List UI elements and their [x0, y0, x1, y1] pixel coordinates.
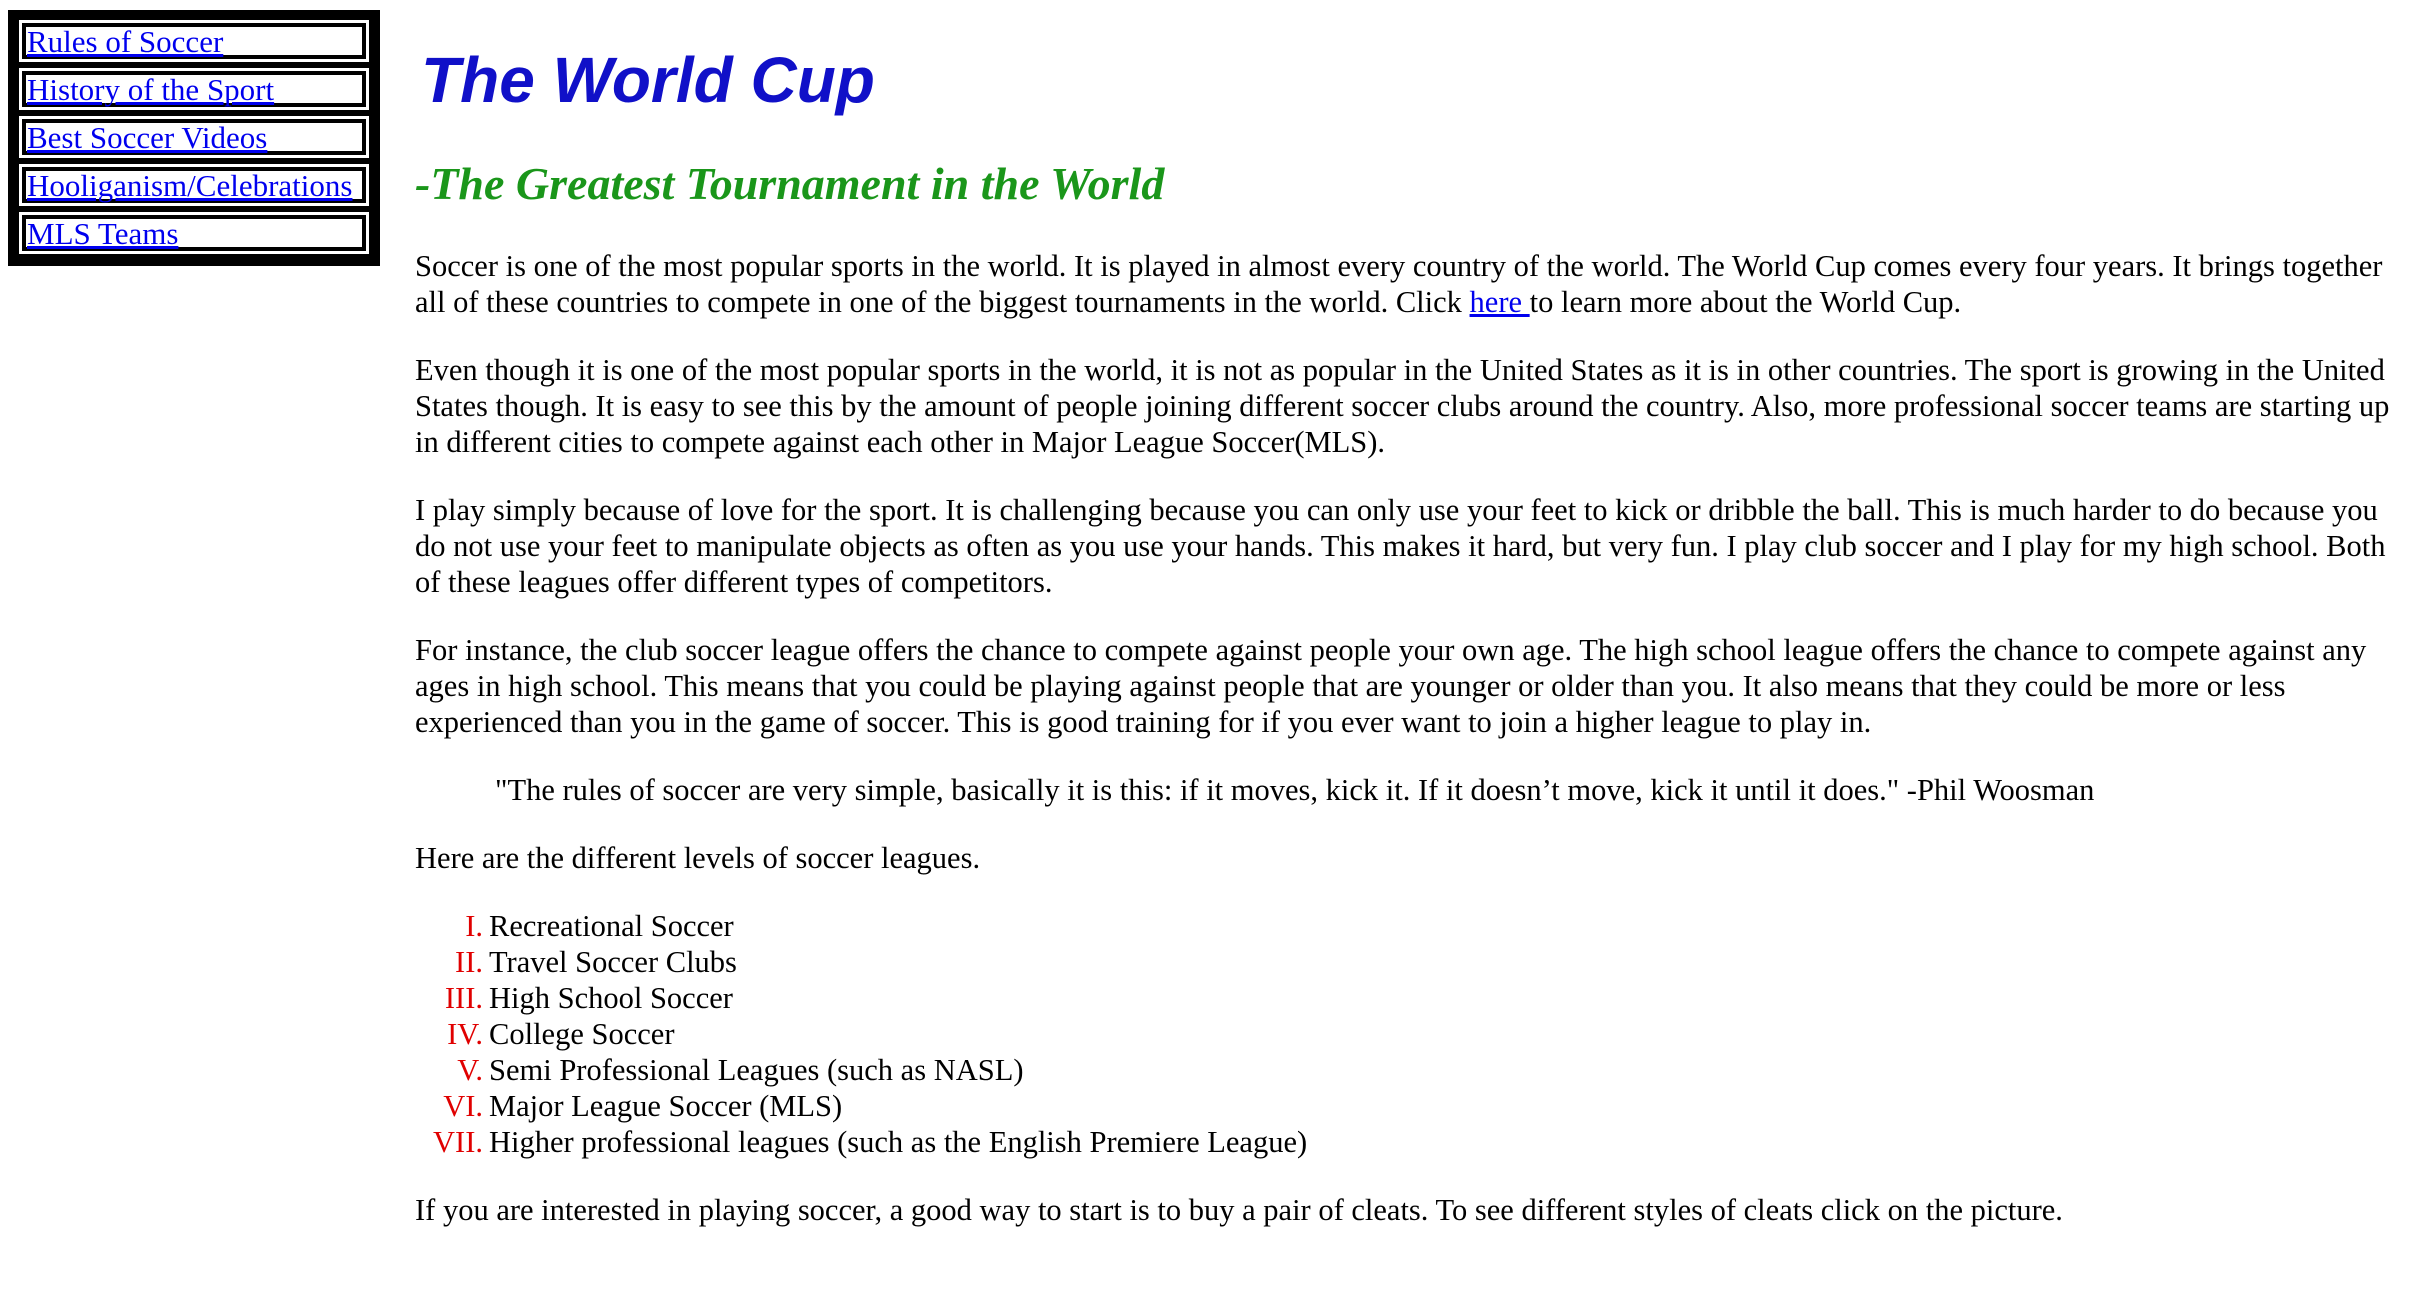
quote-phil-woosman: "The rules of soccer are very simple, ba…: [495, 773, 2095, 807]
list-numeral: III.: [444, 981, 483, 1015]
list-item: II. Travel Soccer Clubs: [415, 944, 2410, 980]
list-item-label: Travel Soccer Clubs: [489, 945, 737, 979]
here-link[interactable]: here: [1470, 285, 1530, 319]
nav-cell-mls: MLS Teams: [19, 212, 369, 254]
nav-link-rules-of-soccer[interactable]: Rules of Soccer: [27, 26, 223, 57]
levels-list: I. Recreational Soccer II. Travel Soccer C…: [415, 908, 2410, 1160]
list-numeral: II.: [455, 945, 483, 979]
list-item: IV. College Soccer: [415, 1016, 2410, 1052]
sidebar-nav: Rules of Soccer History of the Sport Bes…: [8, 10, 380, 266]
nav-cell-hooliganism: Hooliganism/Celebrations: [19, 164, 369, 206]
list-item-label: Recreational Soccer: [489, 909, 734, 943]
paragraph-popularity: Even though it is one of the most popula…: [415, 353, 2390, 459]
list-item-label: Higher professional leagues (such as the…: [489, 1125, 1308, 1159]
list-numeral: VII.: [433, 1125, 483, 1159]
list-numeral: I.: [465, 909, 483, 943]
nav-link-best-soccer-videos[interactable]: Best Soccer Videos: [27, 122, 267, 153]
page-subtitle: -The Greatest Tournament in the World: [415, 158, 1165, 209]
main-content: The World Cup -The Greatest Tournament i…: [415, 0, 2410, 1228]
list-item-label: Semi Professional Leagues (such as NASL): [489, 1053, 1024, 1087]
list-item: V. Semi Professional Leagues (such as NAS…: [415, 1052, 2410, 1088]
page-title: The World Cup: [421, 44, 875, 116]
paragraph-intro-text: Soccer is one of the most popular sports…: [415, 249, 2383, 319]
list-numeral: VI.: [443, 1089, 483, 1123]
list-item: III. High School Soccer: [415, 980, 2410, 1016]
list-item: I. Recreational Soccer: [415, 908, 2410, 944]
paragraph-intro-text-end: to learn more about the World Cup.: [1529, 285, 1962, 319]
list-item-label: Major League Soccer (MLS): [489, 1089, 843, 1123]
nav-cell-rules: Rules of Soccer: [19, 20, 369, 62]
list-item: VII. Higher professional leagues (such as…: [415, 1124, 2410, 1160]
list-item-label: High School Soccer: [489, 981, 733, 1015]
paragraph-leagues: For instance, the club soccer league off…: [415, 633, 2367, 739]
paragraph-levels-intro: Here are the different levels of soccer …: [415, 841, 981, 875]
paragraph-why-i-play: I play simply because of love for the sp…: [415, 493, 2386, 599]
list-item-label: College Soccer: [489, 1017, 675, 1051]
nav-link-history-of-the-sport[interactable]: History of the Sport: [27, 74, 274, 105]
paragraph-intro: Soccer is one of the most popular sports…: [415, 248, 2410, 320]
nav-link-hooliganism-celebrations[interactable]: Hooliganism/Celebrations: [27, 170, 352, 201]
nav-cell-videos: Best Soccer Videos: [19, 116, 369, 158]
list-numeral: V.: [457, 1053, 483, 1087]
list-item: VI. Major League Soccer (MLS): [415, 1088, 2410, 1124]
nav-link-mls-teams[interactable]: MLS Teams: [27, 218, 178, 249]
list-numeral: IV.: [447, 1017, 483, 1051]
paragraph-cleats: If you are interested in playing soccer,…: [415, 1193, 2063, 1227]
nav-cell-history: History of the Sport: [19, 68, 369, 110]
